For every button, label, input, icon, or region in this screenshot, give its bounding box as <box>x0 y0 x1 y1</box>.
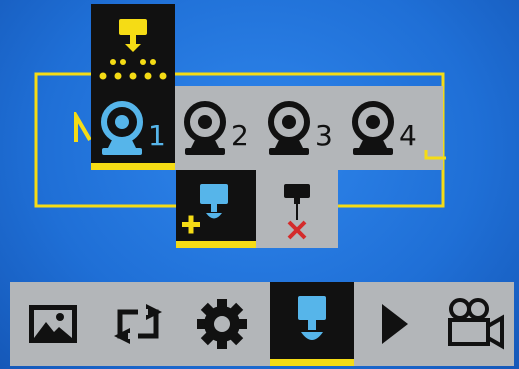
webcam-icon[interactable] <box>265 100 313 160</box>
image-icon[interactable] <box>26 302 80 346</box>
camera-2-label: 2 <box>231 119 249 152</box>
bottom-toolbar <box>10 282 514 366</box>
play-icon[interactable] <box>378 302 412 346</box>
delete-preset-icon[interactable] <box>258 170 338 248</box>
add-preset-button[interactable] <box>176 170 256 248</box>
gear-icon[interactable] <box>196 298 248 350</box>
camera-4-label: 4 <box>399 119 417 152</box>
video-camera-icon[interactable] <box>446 296 506 350</box>
selected-underline <box>176 241 256 248</box>
webcam-icon[interactable] <box>181 100 229 160</box>
selected-underline <box>270 359 354 366</box>
cycle-icon[interactable] <box>108 298 170 350</box>
webcam-icon[interactable] <box>349 100 397 160</box>
camera-1-label: 1 <box>148 119 166 152</box>
add-preset-icon <box>182 184 228 234</box>
camera-control-screen: 1 2 3 4 <box>0 0 519 369</box>
preset-icon <box>298 296 326 340</box>
webcam-icon <box>101 101 143 155</box>
preset-position-card[interactable] <box>91 4 175 90</box>
selected-underline <box>91 163 175 170</box>
camera-3-label: 3 <box>315 119 333 152</box>
ceiling-camera-icon <box>99 19 167 80</box>
strip-right-tail <box>424 150 446 160</box>
